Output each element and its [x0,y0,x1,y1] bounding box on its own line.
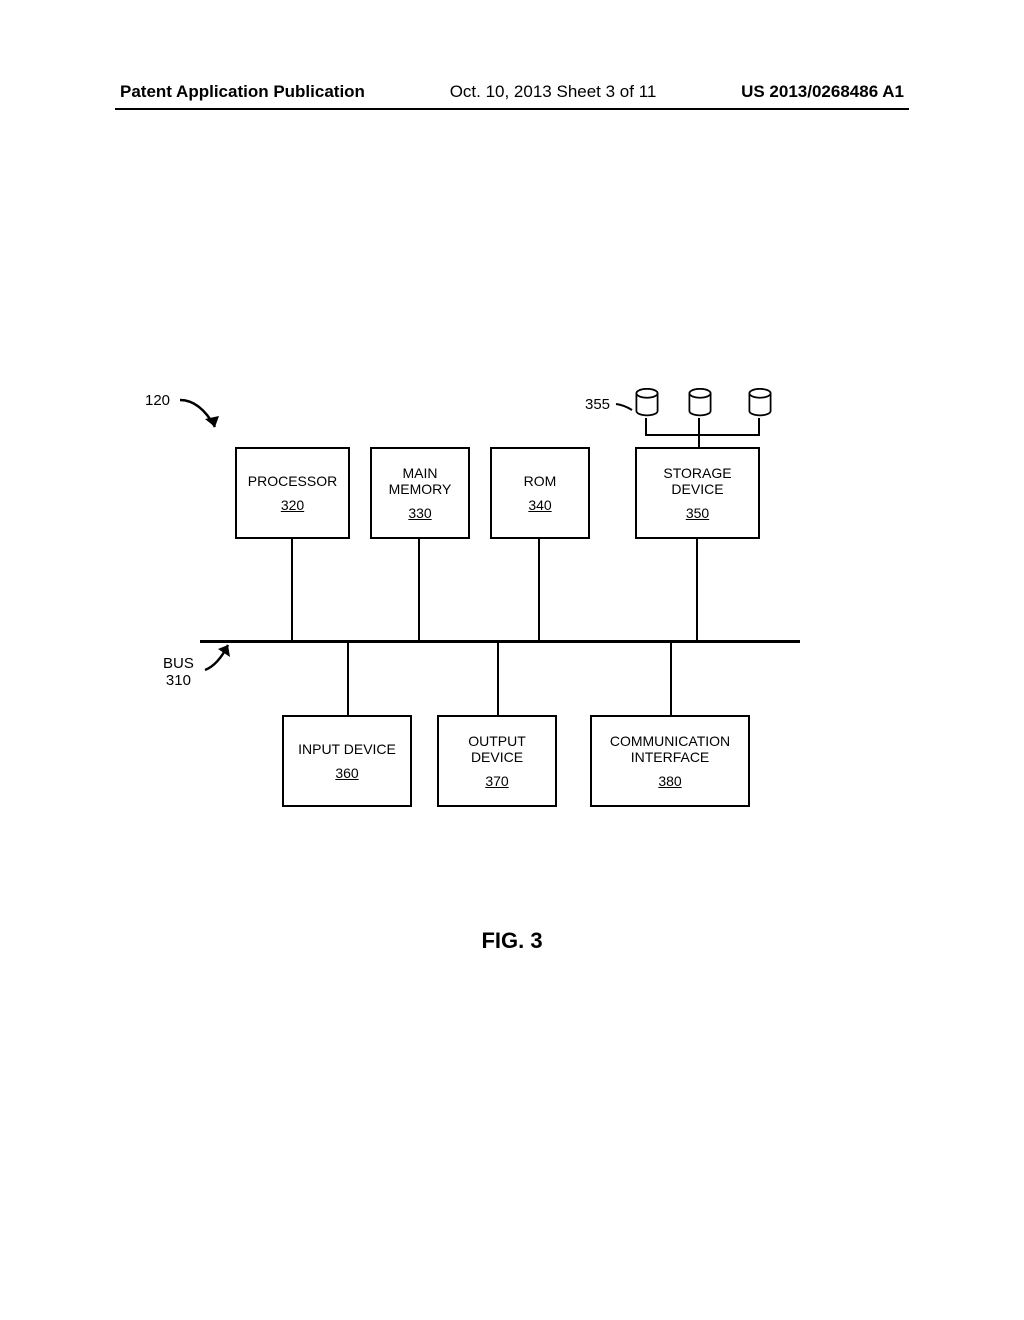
conn-memory-bus [418,539,420,640]
box-rom: ROM 340 [490,447,590,539]
box-storage-ref: 350 [686,505,709,521]
box-output-line2: DEVICE [471,749,523,765]
bus-label: BUS 310 [163,655,194,689]
cylinder-icon-3 [745,388,775,418]
header-publication: Patent Application Publication [120,82,365,102]
box-memory-ref: 330 [408,505,431,521]
box-memory-line2: MEMORY [389,481,452,497]
cyl-merge-bar [645,434,760,436]
box-output: OUTPUT DEVICE 370 [437,715,557,807]
cylinder-icon-2 [685,388,715,418]
cylinder-icon-1 [632,388,662,418]
ref-355: 355 [585,396,610,413]
box-comm-line1: COMMUNICATION [610,733,730,749]
box-processor-label: PROCESSOR [248,473,337,489]
conn-rom-bus [538,539,540,640]
box-storage-line2: DEVICE [671,481,723,497]
cyl2-stem [698,418,700,448]
header-sheet-info: Oct. 10, 2013 Sheet 3 of 11 [450,82,657,102]
box-input: INPUT DEVICE 360 [282,715,412,807]
conn-bus-comm [670,642,672,715]
diagram-fig3: 120 355 PROCESSOR 320 [0,380,1024,930]
box-storage: STORAGE DEVICE 350 [635,447,760,539]
box-output-line1: OUTPUT [468,733,526,749]
box-comm-ref: 380 [658,773,681,789]
conn-bus-output [497,642,499,715]
header-divider [115,108,909,110]
conn-processor-bus [291,539,293,640]
arrow-120-icon [175,392,235,442]
arrow-bus-icon [200,635,250,675]
box-input-ref: 360 [335,765,358,781]
page-header: Patent Application Publication Oct. 10, … [0,82,1024,102]
box-processor-ref: 320 [281,497,304,513]
box-comm: COMMUNICATION INTERFACE 380 [590,715,750,807]
figure-caption: FIG. 3 [0,928,1024,954]
box-memory: MAIN MEMORY 330 [370,447,470,539]
box-output-ref: 370 [485,773,508,789]
conn-bus-input [347,642,349,715]
header-patent-number: US 2013/0268486 A1 [741,82,904,102]
box-rom-ref: 340 [528,497,551,513]
box-input-label: INPUT DEVICE [298,741,396,757]
box-rom-label: ROM [524,473,557,489]
ref-120: 120 [145,392,170,409]
box-storage-line1: STORAGE [663,465,731,481]
conn-storage-bus [696,539,698,640]
box-memory-line1: MAIN [403,465,438,481]
bus-label-num: 310 [163,672,194,689]
box-comm-line2: INTERFACE [631,749,710,765]
bus-label-text: BUS [163,655,194,672]
bus-line [200,640,800,643]
box-processor: PROCESSOR 320 [235,447,350,539]
